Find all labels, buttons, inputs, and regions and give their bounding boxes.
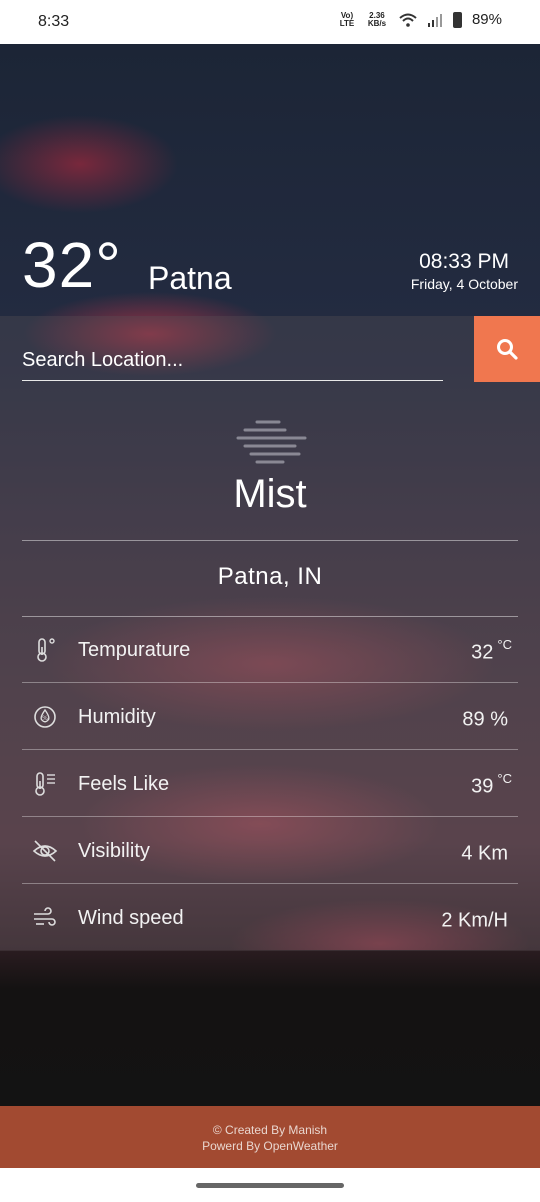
home-gesture-pill[interactable]: [196, 1183, 344, 1188]
detail-row-visibility: Visibility 4 Km: [22, 818, 518, 884]
visibility-off-icon: [32, 840, 58, 862]
humidity-drop-icon: %: [34, 706, 56, 728]
detail-row-feels-like: Feels Like 39 °C: [22, 751, 518, 817]
weather-condition: Mist: [233, 472, 307, 516]
battery-icon: [452, 11, 462, 28]
network-speed: 2.36 KB/s: [367, 10, 387, 28]
status-time: 8:33: [38, 13, 70, 30]
footer-credit: © Created By Manish: [212, 1123, 328, 1137]
detail-value: 39 °C: [471, 771, 512, 798]
mist-icon: [236, 420, 307, 464]
detail-value: 32 °C: [471, 637, 512, 664]
battery-level: 89%: [471, 11, 502, 28]
weather-location: Patna, IN: [217, 563, 323, 590]
detail-label: Tempurature: [78, 639, 191, 661]
current-city: Patna: [148, 260, 232, 296]
network-type: Vo) LTE: [339, 10, 355, 28]
search-input[interactable]: [22, 340, 443, 381]
search-button[interactable]: [474, 316, 540, 382]
status-bar: 8:33 Vo) LTE 2.36 KB/s 89%: [0, 0, 540, 44]
detail-value: 4 Km: [461, 842, 508, 865]
footer-powered-by: Powerd By OpenWeather: [202, 1139, 338, 1153]
detail-label: Humidity: [78, 706, 156, 728]
current-time: 08:33 PM: [419, 250, 509, 273]
thermometer-icon: [37, 638, 55, 662]
detail-label: Visibility: [78, 840, 150, 862]
feels-like-thermometer-icon: [35, 772, 55, 796]
signal-icon: [427, 13, 442, 27]
svg-text:%: %: [42, 715, 48, 722]
detail-row-temperature: Tempurature 32 °C: [22, 617, 518, 683]
current-date: Friday, 4 October: [410, 276, 518, 292]
detail-row-wind-speed: Wind speed 2 Km/H: [22, 885, 518, 951]
detail-row-humidity: % Humidity 89 %: [22, 684, 518, 750]
divider: [22, 540, 518, 541]
detail-label: Feels Like: [78, 773, 170, 795]
background-treeline: [0, 950, 540, 1106]
detail-value: 89 %: [462, 708, 508, 731]
detail-label: Wind speed: [78, 907, 184, 929]
footer: © Created By Manish Powerd By OpenWeathe…: [0, 1106, 540, 1168]
status-icons: Vo) LTE 2.36 KB/s 89%: [339, 11, 502, 28]
search-icon: [497, 339, 518, 360]
current-temperature: 32°: [22, 229, 122, 301]
detail-value: 2 Km/H: [441, 909, 508, 932]
wifi-icon: [399, 13, 417, 27]
navigation-bar: [0, 1168, 540, 1202]
wind-icon: [34, 907, 56, 926]
